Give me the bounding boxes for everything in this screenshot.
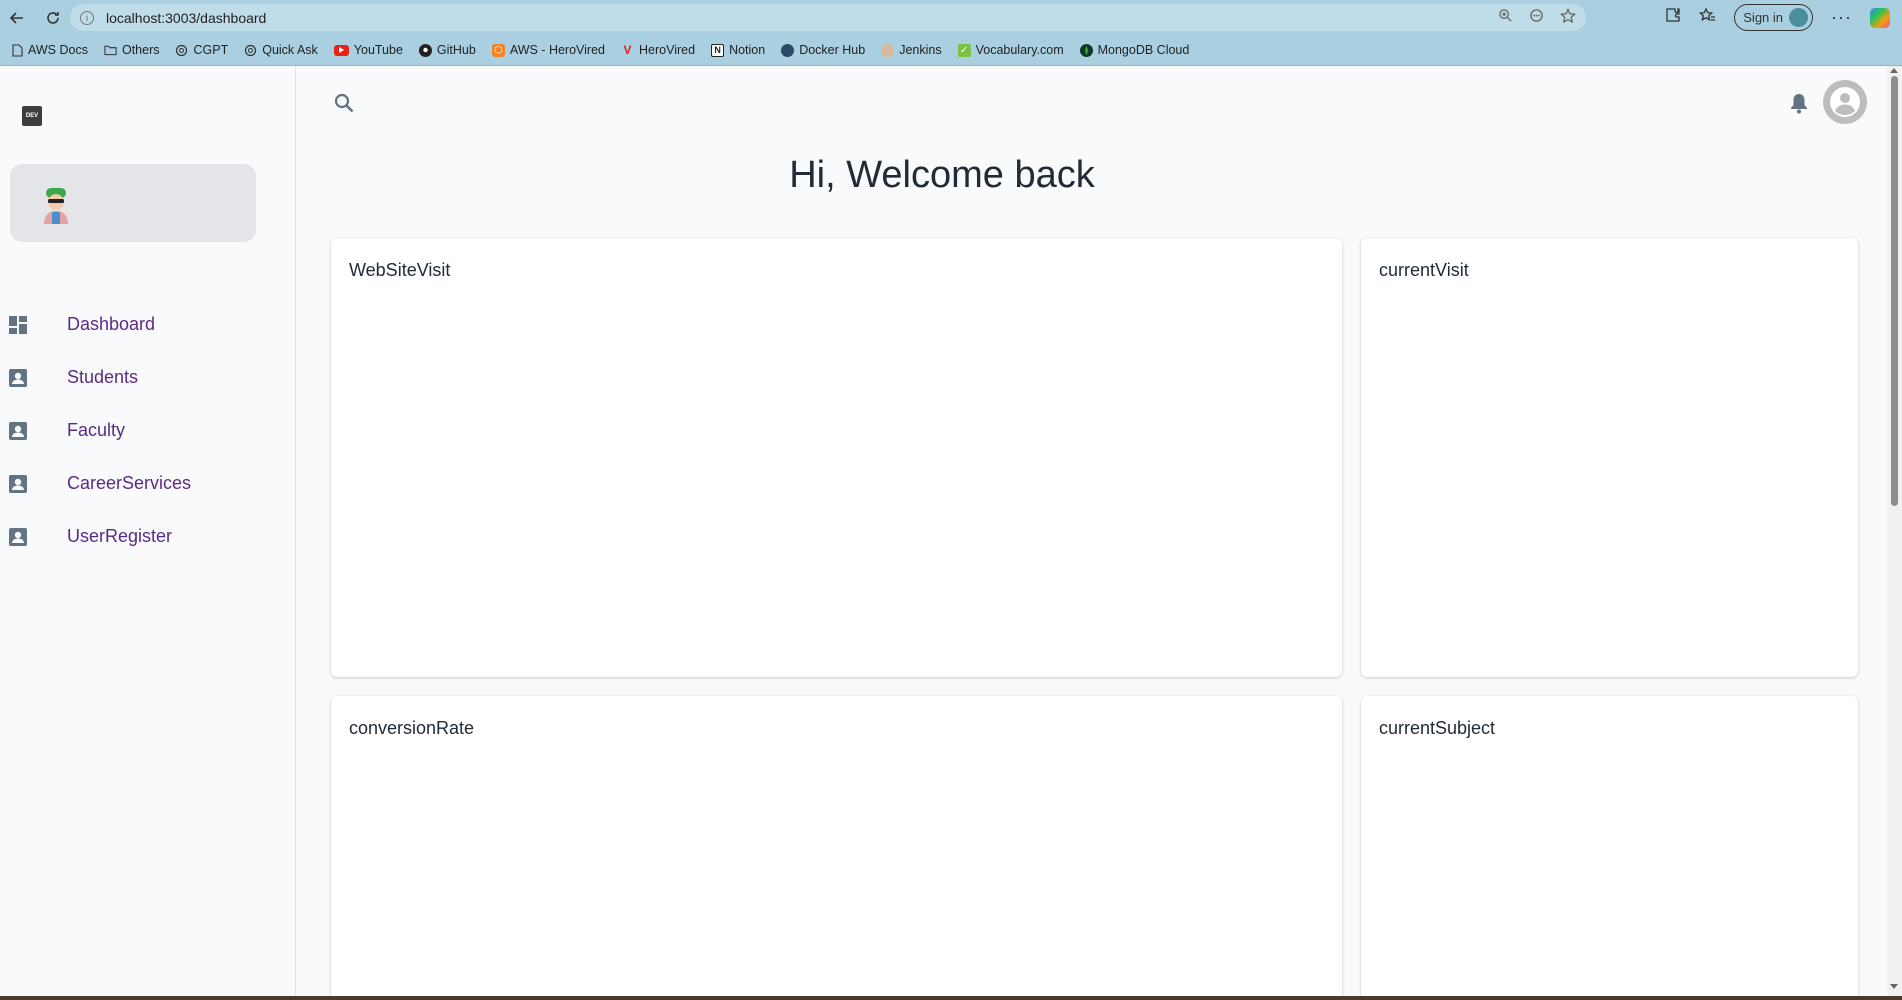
- conversion-rate-card: conversionRate: [331, 696, 1342, 1000]
- folder-icon: [104, 44, 117, 57]
- scrollbar-thumb[interactable]: [1891, 76, 1898, 506]
- sidebar-item-label: Faculty: [67, 420, 126, 440]
- notion-icon: N: [711, 43, 725, 57]
- bookmark-item[interactable]: AWS Docs: [2, 38, 96, 62]
- bookmark-item[interactable]: YouTube: [326, 38, 411, 62]
- page-title: Hi, Welcome back: [789, 154, 1095, 196]
- sidebar-nav: Dashboard Students Faculty CareerService…: [0, 298, 296, 563]
- bookmark-label: MongoDB Cloud: [1097, 43, 1190, 57]
- reload-icon[interactable]: [36, 1, 70, 35]
- sidebar-item-faculty[interactable]: Faculty: [0, 404, 296, 457]
- extensions-icon[interactable]: [1665, 7, 1681, 28]
- bookmark-item[interactable]: ⬡ AWS - HeroVired: [484, 38, 613, 62]
- bookmark-item[interactable]: CGPT: [167, 38, 236, 62]
- bookmark-label: Docker Hub: [799, 43, 866, 57]
- bookmark-label: Vocabulary.com: [975, 43, 1064, 57]
- address-bar[interactable]: i localhost:3003/dashboard: [70, 4, 1586, 31]
- docker-icon: [781, 43, 795, 57]
- sidebar-item-label: CareerServices: [67, 473, 192, 493]
- dashboard-icon: [8, 315, 28, 335]
- sidebar-item-careerservices[interactable]: CareerServices: [0, 457, 296, 510]
- browser-toolbar: i localhost:3003/dashboard Sign in ···: [0, 0, 1902, 35]
- card-title: conversionRate: [349, 718, 475, 738]
- back-icon[interactable]: [0, 1, 34, 35]
- aws-icon: ⬡: [491, 43, 505, 57]
- app-header: [297, 66, 1887, 136]
- bookmark-item[interactable]: Quick Ask: [236, 38, 326, 62]
- card-title: currentVisit: [1379, 260, 1469, 280]
- page-scrollbar[interactable]: [1887, 66, 1902, 996]
- contact-icon: [8, 421, 28, 441]
- current-visit-card: currentVisit: [1361, 238, 1858, 677]
- bookmark-item[interactable]: Docker Hub: [773, 38, 873, 62]
- user-avatar[interactable]: [1823, 80, 1867, 124]
- sign-in-button[interactable]: Sign in: [1734, 4, 1814, 31]
- doc-icon: [10, 43, 23, 57]
- sidebar: DEV Dashboard Students Faculty CareerSer…: [0, 66, 296, 996]
- bookmark-label: HeroVired: [639, 43, 696, 57]
- card-title: currentSubject: [1379, 718, 1496, 738]
- bookmark-label: Others: [121, 43, 160, 57]
- bookmark-label: GitHub: [436, 43, 476, 57]
- sidebar-item-userregister[interactable]: UserRegister: [0, 510, 296, 563]
- bookmark-item[interactable]: GitHub: [411, 38, 484, 62]
- scroll-down-icon[interactable]: [1890, 984, 1898, 989]
- avatar: [44, 188, 68, 224]
- website-visit-card: WebSiteVisit: [331, 238, 1342, 677]
- notification-bell-icon[interactable]: [1789, 92, 1809, 119]
- contact-icon: [8, 474, 28, 494]
- sidebar-item-students[interactable]: Students: [0, 351, 296, 404]
- search-icon[interactable]: [333, 92, 355, 119]
- bookmark-item[interactable]: ✓ Vocabulary.com: [950, 38, 1072, 62]
- github-icon: [418, 43, 432, 57]
- sign-in-label: Sign in: [1743, 10, 1784, 25]
- jenkins-icon: [881, 43, 895, 57]
- current-subject-card: currentSubject: [1361, 696, 1858, 1000]
- vocabulary-icon: ✓: [957, 43, 971, 57]
- contact-icon: [8, 368, 28, 388]
- url-text: localhost:3003/dashboard: [106, 9, 267, 26]
- zoom-icon[interactable]: [1498, 8, 1513, 27]
- bookmark-item[interactable]: N Notion: [703, 38, 773, 62]
- sidebar-item-label: Dashboard: [67, 314, 156, 334]
- chatgpt-icon: [244, 44, 257, 57]
- bookmark-label: AWS Docs: [28, 43, 88, 57]
- youtube-icon: [333, 44, 349, 56]
- bookmark-label: Jenkins: [899, 43, 942, 57]
- mongodb-icon: [1079, 43, 1093, 57]
- scroll-up-icon[interactable]: [1890, 68, 1898, 73]
- contact-icon: [8, 527, 28, 547]
- more-menu-icon[interactable]: ···: [1831, 7, 1852, 28]
- profile-icon: [1789, 8, 1809, 27]
- bookmarks-bar: AWS Docs Others CGPT Quick Ask YouTube G…: [0, 35, 1902, 66]
- herovired-icon: V: [623, 43, 632, 57]
- bookmark-item[interactable]: Jenkins: [873, 38, 949, 62]
- account-card[interactable]: [10, 164, 256, 242]
- sidebar-item-dashboard[interactable]: Dashboard: [0, 298, 296, 351]
- bookmark-label: Quick Ask: [262, 43, 318, 57]
- bookmark-label: Notion: [729, 43, 766, 57]
- bookmark-label: AWS - HeroVired: [509, 43, 605, 57]
- bookmark-label: YouTube: [353, 43, 403, 57]
- window-bottom-border: [0, 996, 1902, 1000]
- logo-text: DEV: [25, 113, 39, 119]
- favorite-star-icon[interactable]: [1559, 7, 1577, 27]
- bookmark-item[interactable]: Others: [96, 38, 168, 62]
- bookmark-label: CGPT: [193, 43, 229, 57]
- favorites-icon[interactable]: [1699, 7, 1716, 28]
- copilot-icon[interactable]: [1870, 7, 1890, 28]
- site-info-icon[interactable]: i: [80, 10, 94, 25]
- sidebar-item-label: UserRegister: [67, 526, 173, 546]
- reader-icon[interactable]: [1529, 8, 1544, 27]
- card-title: WebSiteVisit: [349, 260, 451, 280]
- logo[interactable]: DEV: [22, 106, 42, 126]
- bookmark-item[interactable]: V HeroVired: [613, 38, 703, 62]
- chatgpt-icon: [175, 44, 188, 57]
- sidebar-item-label: Students: [67, 367, 139, 387]
- bookmark-item[interactable]: MongoDB Cloud: [1072, 38, 1198, 62]
